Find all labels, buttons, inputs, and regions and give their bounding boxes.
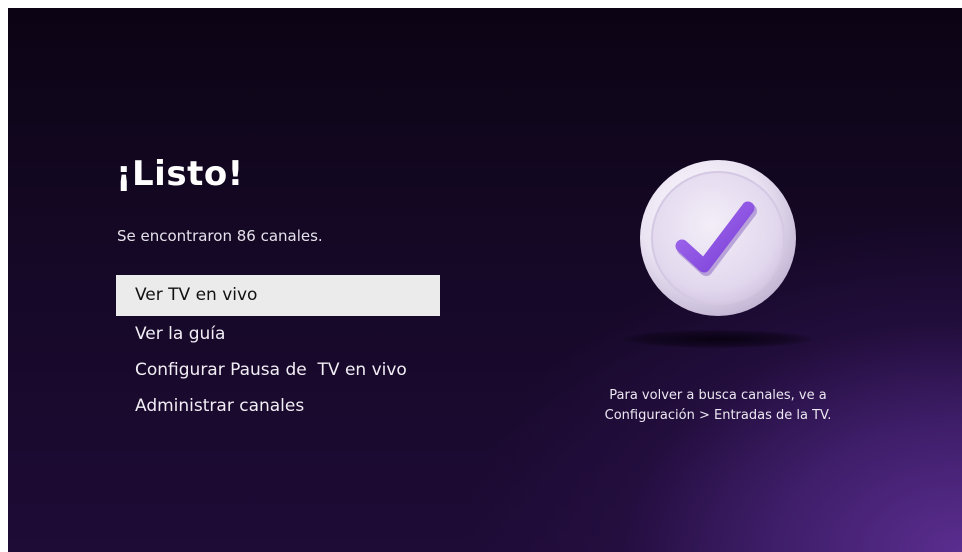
menu-item-configure-live-tv-pause[interactable]: Configurar Pausa de TV en vivo	[116, 352, 440, 388]
rescan-info-line-2: Configuración > Entradas de la TV.	[604, 408, 832, 423]
channels-found-text: Se encontraron 86 canales.	[117, 227, 323, 245]
rescan-info-text: Para volver a busca canales, ve a Config…	[568, 386, 868, 426]
menu-item-manage-channels[interactable]: Administrar canales	[116, 388, 440, 424]
rescan-info-line-1: Para volver a busca canales, ve a	[609, 388, 827, 403]
badge-shadow	[623, 330, 813, 348]
options-menu: Ver TV en vivo Ver la guía Configurar Pa…	[116, 275, 440, 424]
checkmark-badge-icon	[638, 158, 798, 318]
tv-setup-screen: ¡Listo! Se encontraron 86 canales. Ver T…	[8, 8, 962, 552]
menu-item-view-guide[interactable]: Ver la guía	[116, 316, 440, 352]
menu-item-watch-live-tv[interactable]: Ver TV en vivo	[116, 275, 440, 316]
page-title: ¡Listo!	[116, 154, 244, 194]
